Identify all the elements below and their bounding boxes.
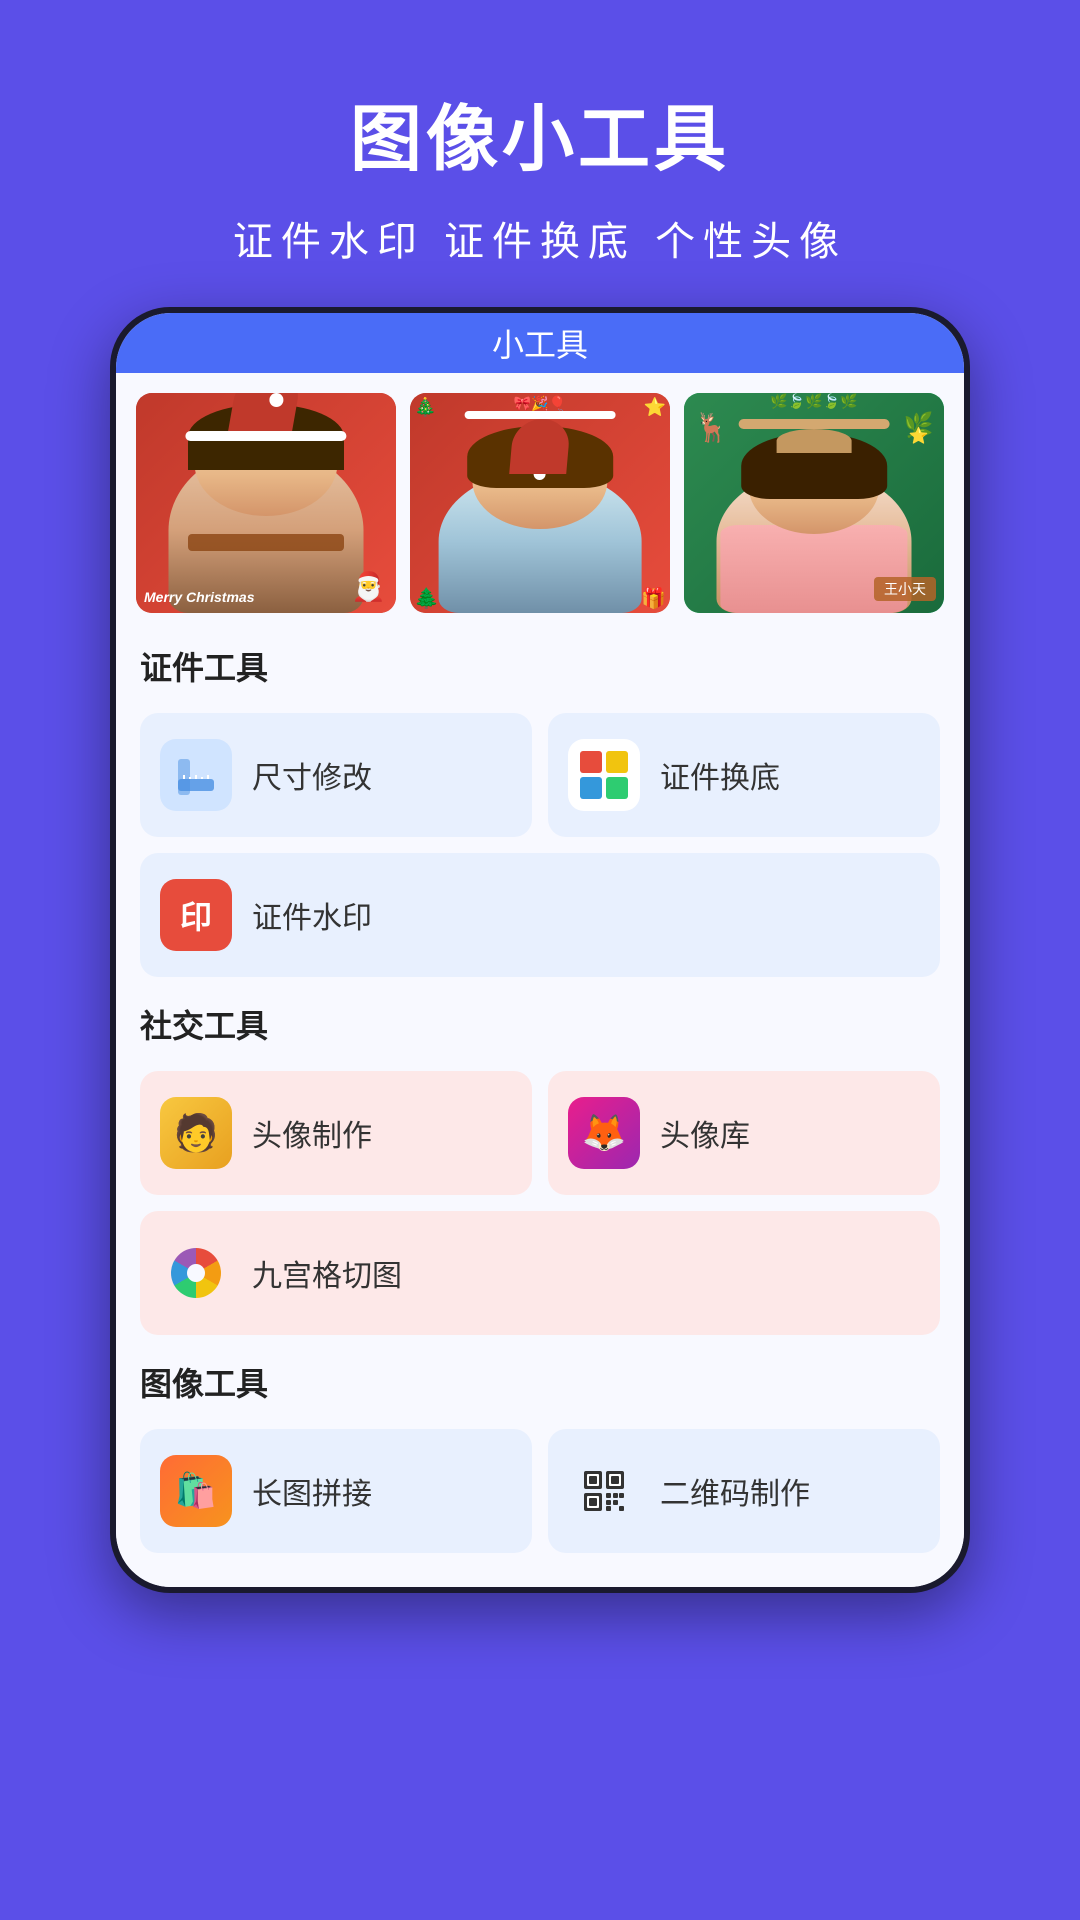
shutter-center xyxy=(187,1264,205,1282)
ruler-icon xyxy=(160,739,232,811)
cs-red xyxy=(580,751,602,773)
cs-green xyxy=(606,777,628,799)
app-subtitle: 证件水印 证件换底 个性头像 xyxy=(233,209,847,267)
qr-icon-wrapper xyxy=(568,1455,640,1527)
avatar-lib-label: 头像库 xyxy=(660,1111,750,1155)
color-squares xyxy=(580,751,628,799)
avatar-make-tool-item[interactable]: 🧑 头像制作 xyxy=(140,1071,532,1195)
qr-svg xyxy=(580,1467,628,1515)
app-header: 小工具 xyxy=(116,313,964,373)
app-title: 图像小工具 xyxy=(350,80,730,185)
qrcode-label: 二维码制作 xyxy=(660,1469,810,1513)
banner-item-2[interactable]: 🎄 ⭐ 🎀🎉🎈 xyxy=(410,393,670,613)
bg-change-tool-item[interactable]: 证件换底 xyxy=(548,713,940,837)
header-section: 图像小工具 证件水印 证件换底 个性头像 xyxy=(0,0,1080,307)
ruler-svg xyxy=(172,751,220,799)
resize-tool-item[interactable]: 尺寸修改 xyxy=(140,713,532,837)
long-pic-tool-item[interactable]: 🛍️ 长图拼接 xyxy=(140,1429,532,1553)
bag-icon: 🛍️ xyxy=(160,1455,232,1527)
cs-blue xyxy=(580,777,602,799)
merry-christmas-text: Merry Christmas xyxy=(144,589,255,605)
phone-mockup: 小工具 xyxy=(110,307,970,1593)
bg-change-label: 证件换底 xyxy=(660,753,780,797)
section-image-tools: 图像工具 xyxy=(116,1339,964,1429)
social-tools-title: 社交工具 xyxy=(140,1001,940,1047)
avatar-make-label: 头像制作 xyxy=(252,1111,372,1155)
color-squares-icon xyxy=(568,739,640,811)
cert-tools-title: 证件工具 xyxy=(140,643,940,689)
grid-cut-tool-item[interactable]: 九宫格切图 xyxy=(140,1211,940,1335)
avatar-lib-tool-item[interactable]: 🦊 头像库 xyxy=(548,1071,940,1195)
banner-item-1[interactable]: 🎅 Merry Christmas xyxy=(136,393,396,613)
phone-content: 🎅 Merry Christmas 🎄 ⭐ 🎀🎉🎈 xyxy=(116,373,964,1587)
watermark-tool-item[interactable]: 印 证件水印 xyxy=(140,853,940,977)
qrcode-tool-item[interactable]: 二维码制作 xyxy=(548,1429,940,1553)
shutter-icon-wrapper xyxy=(160,1237,232,1309)
resize-label: 尺寸修改 xyxy=(252,753,372,797)
image-tools-grid: 🛍️ 长图拼接 xyxy=(116,1429,964,1557)
image-tools-title: 图像工具 xyxy=(140,1359,940,1405)
christmas-card-3: 🌿🍃🌿🍃🌿 🦌 🌿 xyxy=(684,393,944,613)
phone-inner: 小工具 xyxy=(116,313,964,1587)
shutter-icon xyxy=(171,1248,221,1298)
christmas-card-2: 🎄 ⭐ 🎀🎉🎈 xyxy=(410,393,670,613)
avatar-icon: 🧑 xyxy=(160,1097,232,1169)
cert-tools-grid: 尺寸修改 证件换底 印 xyxy=(116,713,964,981)
banner-item-3[interactable]: 🌿🍃🌿🍃🌿 🦌 🌿 xyxy=(684,393,944,613)
watermark-label: 证件水印 xyxy=(252,893,372,937)
social-tools-grid: 🧑 头像制作 🦊 头像库 九宫格切图 xyxy=(116,1071,964,1339)
grid-cut-label: 九宫格切图 xyxy=(252,1251,402,1295)
christmas-card-1: 🎅 Merry Christmas xyxy=(136,393,396,613)
phone-app-title: 小工具 xyxy=(492,320,588,366)
long-pic-label: 长图拼接 xyxy=(252,1469,372,1513)
avatar-lib-icon: 🦊 xyxy=(568,1097,640,1169)
name-badge: 王小天 xyxy=(874,577,936,601)
cs-yellow xyxy=(606,751,628,773)
banner-row: 🎅 Merry Christmas 🎄 ⭐ 🎀🎉🎈 xyxy=(116,373,964,623)
stamp-icon: 印 xyxy=(160,879,232,951)
santa-icon: 🎅 xyxy=(351,570,386,603)
section-cert-tools: 证件工具 xyxy=(116,623,964,713)
section-social-tools: 社交工具 xyxy=(116,981,964,1071)
